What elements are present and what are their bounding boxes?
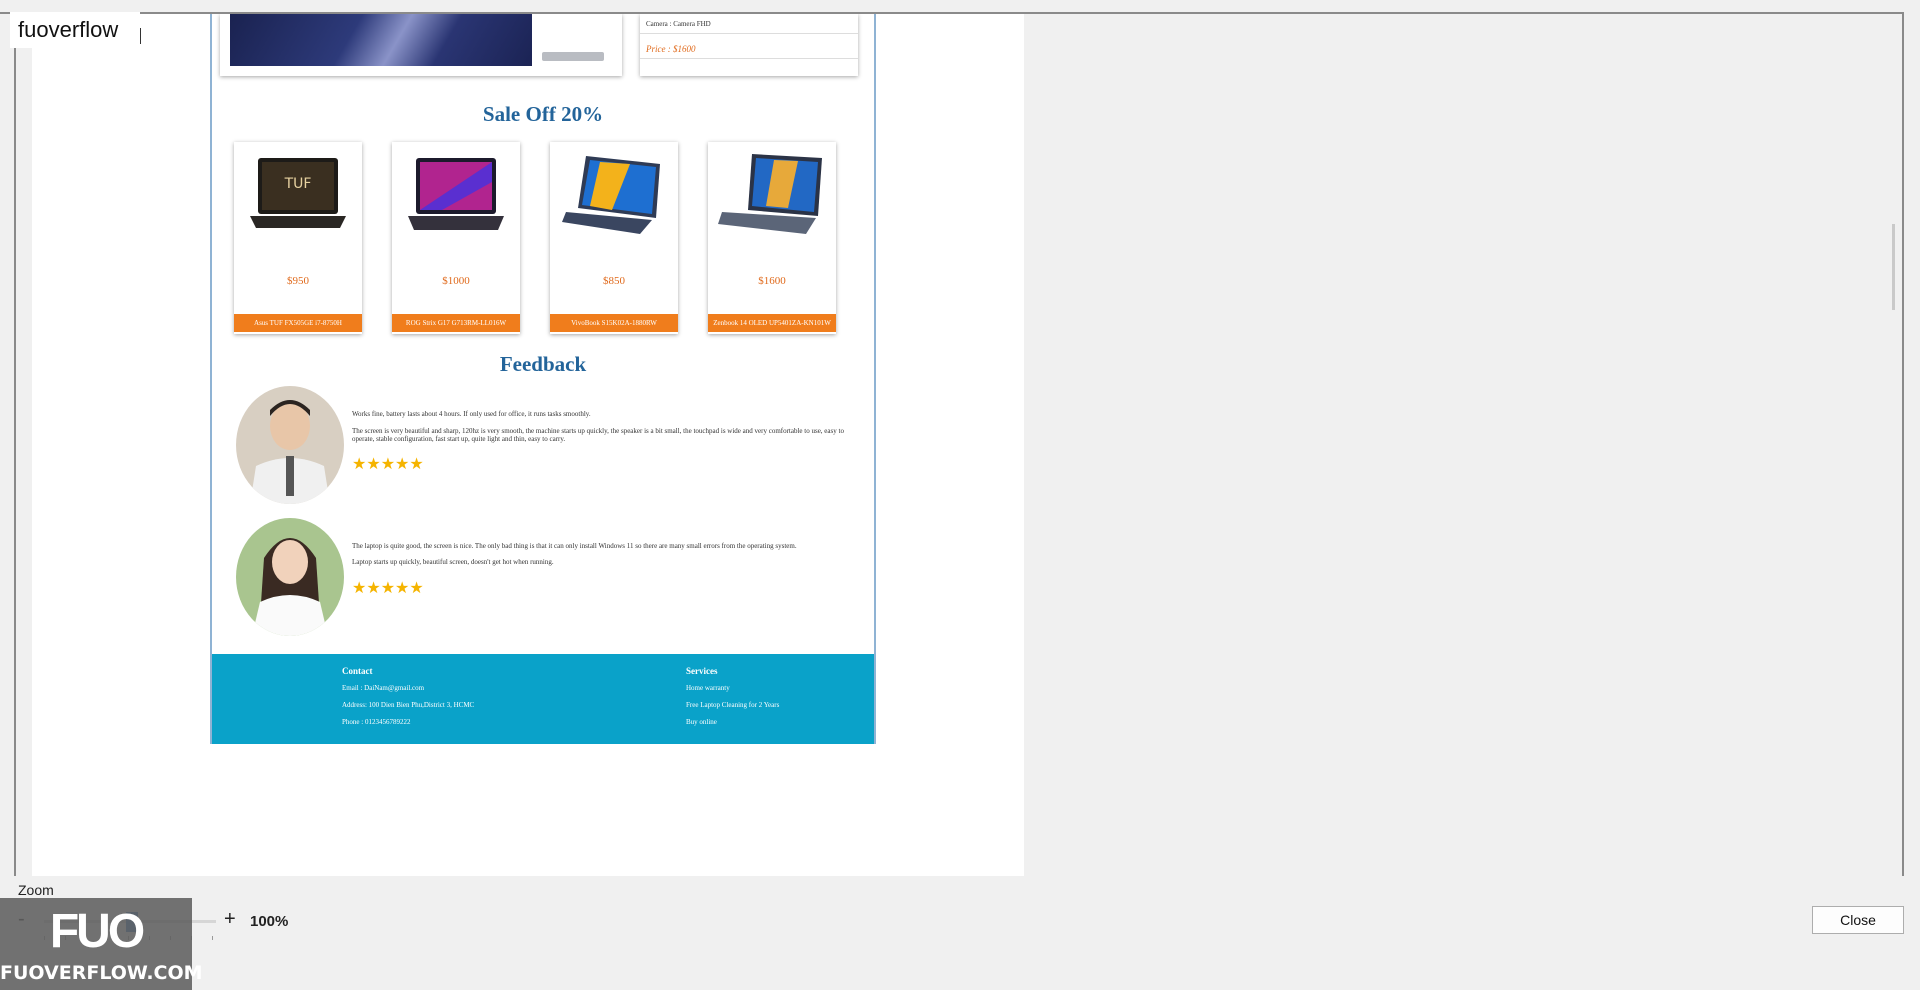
feedback-line: Works fine, battery lasts about 4 hours.… xyxy=(352,410,591,418)
product-name[interactable]: ROG Strix G17 G713RM-LL016W xyxy=(392,314,520,332)
product-card[interactable]: $1600 Zenbook 14 OLED UP5401ZA-KN101W xyxy=(708,142,836,334)
reviewer-avatar xyxy=(236,386,344,504)
text-caret xyxy=(140,28,141,44)
zoom-value: 100% xyxy=(250,913,289,930)
divider xyxy=(640,33,858,34)
fuoverflow-logo: FUO FUOVERFLOW.COM xyxy=(0,898,203,990)
hero-banner xyxy=(220,14,622,76)
zoom-in-button[interactable]: + xyxy=(224,908,236,931)
footer-link[interactable]: Free Laptop Cleaning for 2 Years xyxy=(686,701,779,709)
product-price: $1600 xyxy=(758,275,786,287)
window-left-border xyxy=(14,12,16,876)
laptop-rog-icon xyxy=(408,158,504,230)
watermark-tag: fuoverflow xyxy=(10,12,140,48)
product-price: $1000 xyxy=(442,275,470,287)
window-right-border xyxy=(1902,12,1904,876)
reviewer-avatar xyxy=(236,518,344,636)
laptop-zenbook-icon xyxy=(718,154,822,234)
print-preview-area[interactable]: Camera : Camera FHD Price : $1600 Sale O… xyxy=(32,14,1024,876)
product-card[interactable]: $1000 ROG Strix G17 G713RM-LL016W xyxy=(392,142,520,334)
feedback-line: Laptop starts up quickly, beautiful scre… xyxy=(352,558,554,566)
rating-stars-icon: ★★★★★ xyxy=(352,580,424,597)
footer-email: Email : DaiNam@gmail.com xyxy=(342,684,425,692)
laptop-thumbnail-icon xyxy=(542,52,604,61)
feedback-title: Feedback xyxy=(499,352,587,376)
rating-stars-icon: ★★★★★ xyxy=(352,456,424,473)
footer-phone: Phone : 0123456789222 xyxy=(342,718,411,726)
spec-box: Camera : Camera FHD Price : $1600 xyxy=(640,14,858,76)
product-name[interactable]: Zenbook 14 OLED UP5401ZA-KN101W xyxy=(708,314,836,332)
footer-contact: Contact Email : DaiNam@gmail.com Address… xyxy=(342,666,474,735)
footer-link[interactable]: Buy online xyxy=(686,718,779,726)
feedback-line: The screen is very beautiful and sharp, … xyxy=(352,427,844,443)
product-card[interactable]: $850 VivoBook S15K02A-1880RW xyxy=(550,142,678,334)
scrollbar-thumb[interactable] xyxy=(1892,224,1895,310)
laptop-vivobook-icon xyxy=(562,156,660,234)
spec-price: Price : $1600 xyxy=(646,44,696,54)
footer-heading: Services xyxy=(686,666,718,676)
feedback-line: The laptop is quite good, the screen is … xyxy=(352,542,797,550)
logo-text: FUOVERFLOW.COM xyxy=(0,962,203,984)
sale-title: Sale Off 20% xyxy=(482,102,604,126)
spec-line: Camera : Camera FHD xyxy=(646,20,711,28)
product-name[interactable]: Asus TUF FX505GE i7-8750H xyxy=(234,314,362,332)
divider xyxy=(640,58,858,59)
product-price: $850 xyxy=(603,275,625,287)
product-price: $950 xyxy=(287,275,309,287)
product-card[interactable]: TUF $950 Asus TUF FX505GE i7-8750H xyxy=(234,142,362,334)
zoom-label: Zoom xyxy=(18,882,54,898)
hero-image xyxy=(230,14,532,66)
footer-services: Services Home warranty Free Laptop Clean… xyxy=(686,666,779,735)
web-page-preview: Camera : Camera FHD Price : $1600 Sale O… xyxy=(210,14,876,744)
footer-address: Address: 100 Dien Bien Phu,District 3, H… xyxy=(342,701,475,709)
footer-heading: Contact xyxy=(342,666,373,676)
vertical-scrollbar[interactable] xyxy=(1882,14,1902,876)
logo-mark: FUO xyxy=(49,905,145,958)
svg-text:TUF: TUF xyxy=(284,176,312,192)
page-footer: Contact Email : DaiNam@gmail.com Address… xyxy=(212,654,874,744)
laptop-gaming-icon: TUF xyxy=(250,158,346,228)
product-name[interactable]: VivoBook S15K02A-1880RW xyxy=(550,314,678,332)
close-button[interactable]: Close xyxy=(1812,906,1904,934)
footer-link[interactable]: Home warranty xyxy=(686,684,779,692)
